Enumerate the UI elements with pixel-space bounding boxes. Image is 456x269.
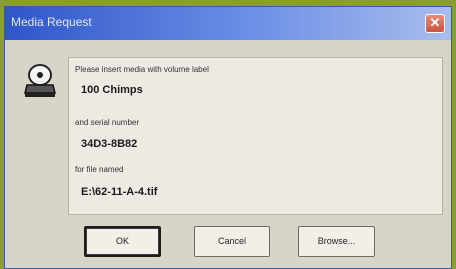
- disk-drive-icon: [24, 64, 56, 97]
- media-request-dialog: Media Request ✕ Please insert media with…: [4, 6, 452, 269]
- volume-label: 100 Chimps: [81, 84, 143, 96]
- volume-prompt: Please insert media with volume label: [75, 65, 209, 74]
- cancel-button[interactable]: Cancel: [194, 226, 270, 257]
- file-name: E:\62-11-A-4.tif: [81, 186, 158, 198]
- file-prompt: for file named: [75, 165, 124, 174]
- close-button[interactable]: ✕: [425, 14, 445, 33]
- close-icon: ✕: [429, 15, 441, 30]
- browse-button[interactable]: Browse...: [298, 226, 375, 257]
- serial-prompt: and serial number: [75, 118, 140, 127]
- message-panel: Please insert media with volume label 10…: [68, 57, 443, 215]
- title-bar[interactable]: Media Request ✕: [5, 7, 451, 40]
- serial-number: 34D3-8B82: [81, 138, 138, 150]
- ok-button[interactable]: OK: [84, 226, 161, 257]
- window-title: Media Request: [11, 15, 92, 29]
